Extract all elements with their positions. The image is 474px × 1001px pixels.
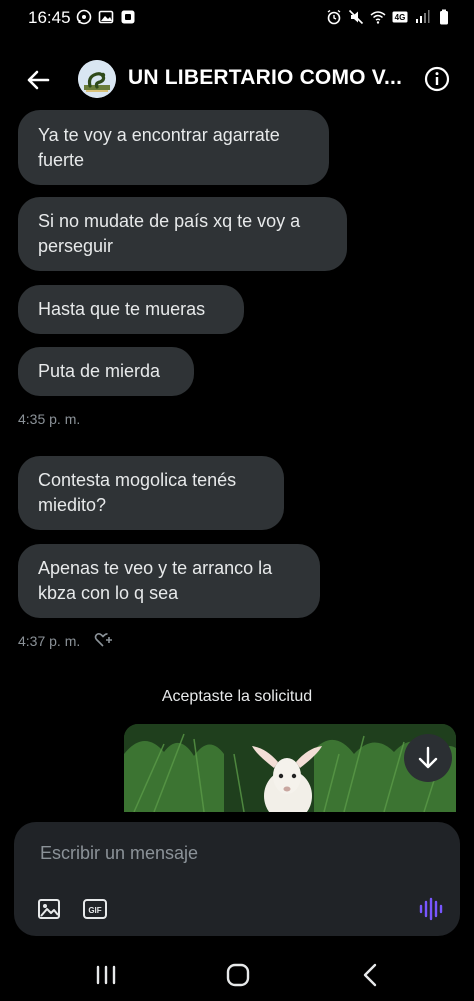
message-line: Apenas te veo y te arranco la <box>38 558 273 578</box>
alarm-icon <box>327 9 341 25</box>
mute-icon <box>348 9 364 25</box>
home-icon[interactable] <box>223 960 253 990</box>
message-line: Hasta que te mueras <box>38 299 206 319</box>
status-right-icons: 4G <box>326 9 452 25</box>
wifi-icon <box>370 11 386 24</box>
add-reaction-icon[interactable] <box>94 632 114 648</box>
scroll-to-bottom-button[interactable] <box>404 734 452 782</box>
battery-icon <box>440 9 448 25</box>
message-bubble[interactable]: Apenas te veo y te arranco la kbza con l… <box>18 544 320 618</box>
message-line: kbza con lo q sea <box>38 583 179 603</box>
lte-label: 4G <box>395 13 406 22</box>
gif-button[interactable]: GIF <box>82 896 108 922</box>
back-nav-icon[interactable] <box>356 960 386 990</box>
message-line: Ya te voy a encontrar agarrate <box>38 125 280 145</box>
message-bubble[interactable]: Ya te voy a encontrar agarrate fuerte <box>18 110 329 185</box>
voice-message-icon[interactable] <box>418 896 444 922</box>
message-line: Puta de mierda <box>38 361 161 381</box>
request-accepted-note: Aceptaste la solicitud <box>161 688 313 705</box>
message-bubble[interactable]: Puta de mierda <box>18 347 194 396</box>
avatar[interactable] <box>78 60 116 98</box>
system-nav-bar <box>0 946 474 1001</box>
message-timestamp: 4:35 p. m. <box>18 411 81 427</box>
message-line: fuerte <box>38 150 85 170</box>
message-line: Si no mudate de país xq te voy a <box>38 211 301 231</box>
message-line: miedito? <box>38 495 107 515</box>
status-left-icons <box>76 9 136 25</box>
message-bubble[interactable]: Hasta que te mueras <box>18 285 244 334</box>
gif-icon: GIF <box>83 899 107 919</box>
arrow-left-icon[interactable] <box>22 64 54 96</box>
image-icon[interactable] <box>36 896 62 922</box>
status-bar: 16:45 4G <box>0 0 474 36</box>
status-time: 16:45 <box>28 8 71 27</box>
message-timestamp: 4:37 p. m. <box>18 633 81 649</box>
recent-apps-icon[interactable] <box>91 960 121 990</box>
message-composer: GIF <box>14 822 460 936</box>
message-line: perseguir <box>38 236 114 256</box>
message-input[interactable] <box>38 838 422 868</box>
signal-icon <box>416 10 430 23</box>
whatsapp-icon <box>76 9 92 25</box>
app-icon <box>121 10 135 24</box>
lte-icon: 4G <box>392 11 408 23</box>
info-icon[interactable] <box>424 66 450 92</box>
message-bubble[interactable]: Contesta mogolica tenés miedito? <box>18 456 284 530</box>
gif-label: GIF <box>88 906 101 915</box>
message-bubble[interactable]: Si no mudate de país xq te voy a persegu… <box>18 197 347 271</box>
conversation-title: UN LIBERTARIO COMO V... <box>128 66 403 89</box>
arrow-down-icon <box>418 746 438 769</box>
conversation-header: UN LIBERTARIO COMO V... <box>0 52 474 108</box>
gadsden-flag-avatar <box>78 60 116 98</box>
message-line: Contesta mogolica tenés <box>38 470 237 490</box>
image-icon <box>98 10 114 24</box>
